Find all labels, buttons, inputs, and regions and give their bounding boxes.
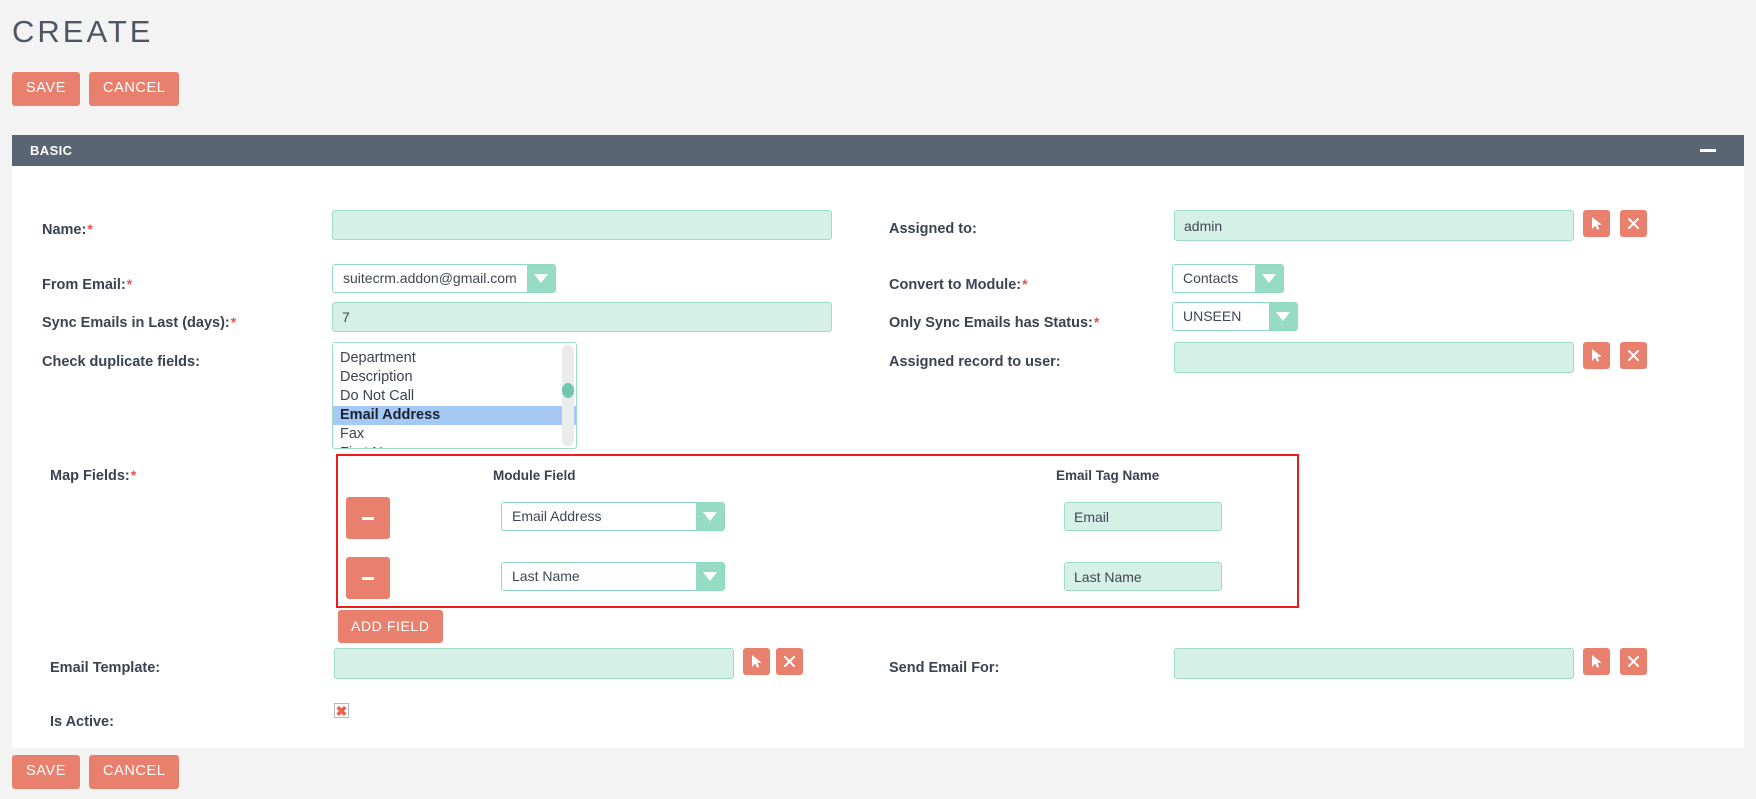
arrow-cursor-icon (1591, 217, 1602, 230)
close-x-icon (1628, 350, 1639, 361)
col-header-module-field: Module Field (493, 468, 576, 483)
list-item[interactable]: Deleted (333, 343, 576, 349)
top-action-bar: SAVE CANCEL (12, 72, 180, 106)
label-check-duplicate: Check duplicate fields: (42, 354, 200, 370)
check-duplicate-fields-listbox[interactable]: Deleted Department Description Do Not Ca… (332, 342, 577, 449)
required-marker: * (230, 314, 237, 330)
only-sync-status-select[interactable]: UNSEEN (1172, 302, 1298, 331)
assigned-to-clear-button[interactable] (1620, 210, 1647, 237)
page-title: CREATE (12, 14, 154, 49)
send-email-for-select-button[interactable] (1583, 648, 1610, 675)
chevron-down-icon[interactable] (1269, 303, 1297, 330)
map-row-1-email-tag-input[interactable] (1064, 502, 1222, 531)
required-marker: * (130, 467, 137, 483)
from-email-select[interactable]: suitecrm.addon@gmail.com (332, 264, 556, 293)
map-row-2-module-field-select[interactable]: Last Name (501, 562, 725, 591)
is-active-checkbox[interactable]: ✖ (334, 703, 349, 718)
label-sync-days: Sync Emails in Last (days):* (42, 314, 237, 331)
email-template-input[interactable] (334, 648, 734, 679)
email-template-select-button[interactable] (743, 648, 770, 675)
required-marker: * (1022, 276, 1028, 292)
cancel-button-top[interactable]: CANCEL (89, 72, 180, 106)
cancel-button-bottom[interactable]: CANCEL (89, 755, 180, 789)
convert-to-module-select[interactable]: Contacts (1172, 264, 1284, 293)
check-duplicate-options: Deleted Department Description Do Not Ca… (333, 343, 576, 448)
minus-icon[interactable] (1700, 149, 1716, 152)
required-marker: * (1093, 314, 1100, 330)
map-row-2-email-tag-input[interactable] (1064, 562, 1222, 591)
required-marker: * (87, 221, 93, 237)
assigned-record-select-button[interactable] (1583, 342, 1610, 369)
name-input[interactable] (332, 210, 832, 240)
assigned-record-to-user-input[interactable] (1174, 342, 1574, 373)
scrollbar-thumb[interactable] (562, 383, 574, 398)
save-button-bottom[interactable]: SAVE (12, 755, 81, 789)
remove-map-field-row-1-button[interactable] (346, 497, 390, 539)
assigned-to-input[interactable] (1174, 210, 1574, 241)
chevron-down-icon[interactable] (696, 503, 724, 530)
from-email-value: suitecrm.addon@gmail.com (333, 265, 527, 292)
label-assigned-to: Assigned to: (889, 221, 977, 237)
bottom-action-bar: SAVE CANCEL (12, 755, 180, 789)
list-item[interactable]: Description (333, 368, 576, 387)
label-name: Name:* (42, 221, 93, 238)
label-send-email-for: Send Email For: (889, 660, 1000, 676)
only-sync-status-value: UNSEEN (1173, 303, 1269, 330)
map-row-1-module-field-select[interactable]: Email Address (501, 502, 725, 531)
check-x-icon: ✖ (335, 702, 348, 719)
send-email-for-input[interactable] (1174, 648, 1574, 679)
email-template-clear-button[interactable] (776, 648, 803, 675)
list-item[interactable]: Department (333, 349, 576, 368)
sync-days-input[interactable] (332, 302, 832, 332)
label-only-sync-status: Only Sync Emails has Status:* (889, 314, 1100, 331)
remove-map-field-row-2-button[interactable] (346, 557, 390, 599)
label-map-fields: Map Fields:* (50, 467, 137, 484)
map-row-1-module-field-value: Email Address (502, 503, 696, 530)
send-email-for-clear-button[interactable] (1620, 648, 1647, 675)
basic-panel-title: BASIC (30, 143, 73, 158)
label-from-email: From Email:* (42, 276, 133, 293)
arrow-cursor-icon (751, 655, 762, 668)
chevron-down-icon[interactable] (526, 265, 555, 292)
close-x-icon (784, 656, 795, 667)
assigned-to-select-button[interactable] (1583, 210, 1610, 237)
basic-panel-header[interactable]: BASIC (12, 135, 1744, 166)
list-item[interactable]: Do Not Call (333, 387, 576, 406)
required-marker: * (126, 276, 133, 292)
close-x-icon (1628, 656, 1639, 667)
add-field-button[interactable]: ADD FIELD (338, 610, 443, 643)
convert-to-module-value: Contacts (1173, 265, 1255, 292)
label-convert-to-module: Convert to Module:* (889, 276, 1028, 293)
close-x-icon (1628, 218, 1639, 229)
listbox-scrollbar[interactable] (562, 345, 574, 446)
form-body: Name:* From Email:* suitecrm.addon@gmail… (12, 166, 1744, 748)
chevron-down-icon[interactable] (1255, 265, 1283, 292)
create-email-sync-page: CREATE SAVE CANCEL BASIC Name:* From Ema… (0, 0, 1756, 799)
basic-panel: BASIC Name:* From Email:* suitecrm.addon… (12, 135, 1744, 748)
map-row-2-module-field-value: Last Name (502, 563, 696, 590)
minus-icon (362, 576, 374, 580)
list-item-selected[interactable]: Email Address (333, 406, 576, 425)
arrow-cursor-icon (1591, 655, 1602, 668)
chevron-down-icon[interactable] (696, 563, 724, 590)
save-button-top[interactable]: SAVE (12, 72, 81, 106)
list-item[interactable]: Fax (333, 425, 576, 444)
assigned-record-clear-button[interactable] (1620, 342, 1647, 369)
map-fields-box: Module Field Email Tag Name Email Addres… (336, 454, 1299, 608)
minus-icon (362, 516, 374, 520)
list-item[interactable]: First Name (333, 444, 576, 448)
arrow-cursor-icon (1591, 349, 1602, 362)
col-header-email-tag-name: Email Tag Name (1056, 468, 1160, 483)
label-email-template: Email Template: (50, 660, 161, 676)
label-assigned-record-to-user: Assigned record to user: (889, 354, 1061, 370)
label-is-active: Is Active: (50, 714, 114, 730)
